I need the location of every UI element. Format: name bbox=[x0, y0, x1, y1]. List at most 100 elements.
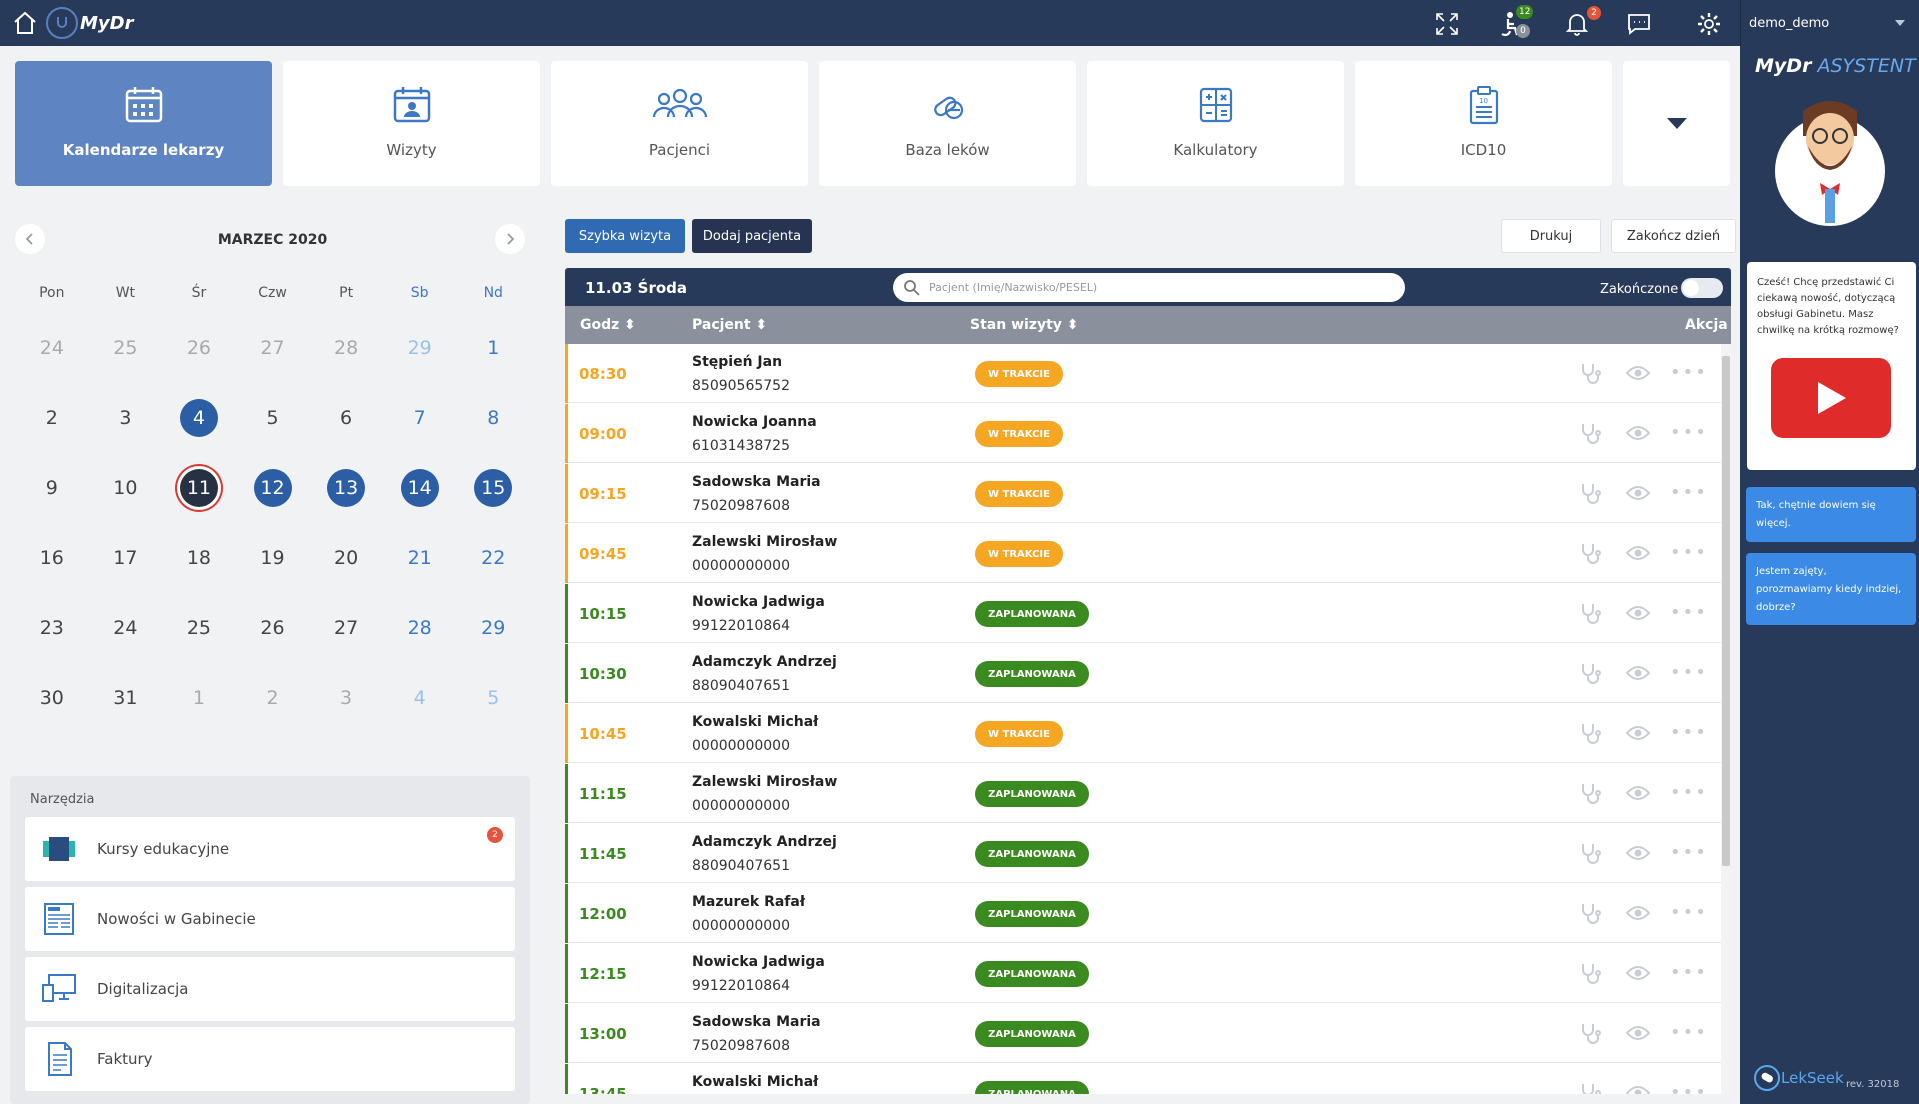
youtube-play-button[interactable] bbox=[1771, 358, 1891, 438]
visit-row[interactable]: 10:30 Adamczyk Andrzej 88090407651 ZAPLANOW… bbox=[565, 644, 1721, 703]
preview-button[interactable] bbox=[1625, 1024, 1651, 1046]
visit-row[interactable]: 12:00 Mazurek Rafał 00000000000 ZAPLANOWANA… bbox=[565, 884, 1721, 943]
calendar-day[interactable]: 30 bbox=[15, 678, 89, 718]
more-actions-button[interactable]: ••• bbox=[1670, 1082, 1708, 1094]
preview-button[interactable] bbox=[1625, 484, 1651, 506]
preview-button[interactable] bbox=[1625, 604, 1651, 626]
calendar-day[interactable]: 26 bbox=[236, 608, 310, 648]
column-status[interactable]: Stan wizyty ⬍ bbox=[970, 317, 1079, 333]
patient-name[interactable]: Sadowska Maria bbox=[692, 1014, 821, 1030]
tile-calculators[interactable]: Kalkulatory bbox=[1087, 61, 1344, 186]
calendar-day[interactable]: 22 bbox=[456, 538, 530, 578]
start-visit-button[interactable] bbox=[1579, 782, 1601, 810]
tile-drug-database[interactable]: Baza leków bbox=[819, 61, 1076, 186]
visit-row[interactable]: 13:00 Sadowska Maria 75020987608 ZAPLANOWAN… bbox=[565, 1004, 1721, 1063]
calendar-day[interactable]: 9 bbox=[15, 468, 89, 508]
visit-row[interactable]: 12:15 Nowicka Jadwiga 99122010864 ZAPLANOWA… bbox=[565, 944, 1721, 1003]
start-visit-button[interactable] bbox=[1579, 902, 1601, 930]
start-visit-button[interactable] bbox=[1579, 962, 1601, 990]
more-actions-button[interactable]: ••• bbox=[1670, 542, 1708, 563]
tool-invoices[interactable]: Faktury bbox=[25, 1027, 515, 1091]
calendar-day[interactable]: 4 bbox=[383, 678, 457, 718]
more-actions-button[interactable]: ••• bbox=[1670, 422, 1708, 443]
start-visit-button[interactable] bbox=[1579, 602, 1601, 630]
calendar-day[interactable]: 26 bbox=[162, 328, 236, 368]
chat-icon[interactable] bbox=[1625, 10, 1653, 38]
tile-icd10[interactable]: 10 ICD10 bbox=[1355, 61, 1612, 186]
start-visit-button[interactable] bbox=[1579, 362, 1601, 390]
tiles-more-button[interactable] bbox=[1623, 61, 1730, 186]
preview-button[interactable] bbox=[1625, 364, 1651, 386]
more-actions-button[interactable]: ••• bbox=[1670, 362, 1708, 383]
start-visit-button[interactable] bbox=[1579, 842, 1601, 870]
start-visit-button[interactable] bbox=[1579, 482, 1601, 510]
start-visit-button[interactable] bbox=[1579, 662, 1601, 690]
preview-button[interactable] bbox=[1625, 844, 1651, 866]
calendar-day[interactable]: 12 bbox=[236, 468, 310, 508]
patient-name[interactable]: Sadowska Maria bbox=[692, 474, 821, 490]
more-actions-button[interactable]: ••• bbox=[1670, 722, 1708, 743]
preview-button[interactable] bbox=[1625, 784, 1651, 806]
more-actions-button[interactable]: ••• bbox=[1670, 482, 1708, 503]
start-visit-button[interactable] bbox=[1579, 722, 1601, 750]
start-visit-button[interactable] bbox=[1579, 1082, 1601, 1094]
preview-button[interactable] bbox=[1625, 664, 1651, 686]
calendar-day[interactable]: 2 bbox=[15, 398, 89, 438]
calendar-day[interactable]: 8 bbox=[456, 398, 530, 438]
patient-name[interactable]: Kowalski Michał bbox=[692, 1074, 818, 1090]
end-day-button[interactable]: Zakończ dzień bbox=[1611, 219, 1736, 253]
visit-row[interactable]: 10:45 Kowalski Michał 00000000000 W TRAKCIE… bbox=[565, 704, 1721, 763]
patient-name[interactable]: Stępień Jan bbox=[692, 354, 782, 370]
calendar-day[interactable]: 31 bbox=[89, 678, 163, 718]
preview-button[interactable] bbox=[1625, 964, 1651, 986]
patient-name[interactable]: Nowicka Jadwiga bbox=[692, 954, 825, 970]
preview-button[interactable] bbox=[1625, 904, 1651, 926]
calendar-day[interactable]: 3 bbox=[309, 678, 383, 718]
calendar-day[interactable]: 28 bbox=[309, 328, 383, 368]
reply-no-button[interactable]: Jestem zajęty, porozmawiamy kiedy indzie… bbox=[1746, 553, 1916, 625]
calendar-day[interactable]: 5 bbox=[456, 678, 530, 718]
calendar-day[interactable]: 1 bbox=[162, 678, 236, 718]
calendar-day[interactable]: 6 bbox=[309, 398, 383, 438]
calendar-day[interactable]: 1 bbox=[456, 328, 530, 368]
calendar-day[interactable]: 29 bbox=[383, 328, 457, 368]
tile-visits[interactable]: Wizyty bbox=[283, 61, 540, 186]
visit-row[interactable]: 10:15 Nowicka Jadwiga 99122010864 ZAPLANOWA… bbox=[565, 584, 1721, 643]
calendar-day[interactable]: 27 bbox=[236, 328, 310, 368]
more-actions-button[interactable]: ••• bbox=[1670, 962, 1708, 983]
calendar-day[interactable]: 29 bbox=[456, 608, 530, 648]
tool-digitalization[interactable]: Digitalizacja bbox=[25, 957, 515, 1021]
calendar-day[interactable]: 24 bbox=[89, 608, 163, 648]
calendar-day[interactable]: 20 bbox=[309, 538, 383, 578]
calendar-day[interactable]: 24 bbox=[15, 328, 89, 368]
calendar-day[interactable]: 15 bbox=[456, 468, 530, 508]
app-logo[interactable]: MyDr bbox=[46, 7, 133, 39]
more-actions-button[interactable]: ••• bbox=[1670, 842, 1708, 863]
calendar-day[interactable]: 21 bbox=[383, 538, 457, 578]
calendar-day[interactable]: 4 bbox=[162, 398, 236, 438]
tile-doctor-calendars[interactable]: Kalendarze lekarzy bbox=[15, 61, 272, 186]
patient-name[interactable]: Zalewski Mirosław bbox=[692, 774, 837, 790]
visit-row[interactable]: 08:30 Stępień Jan 85090565752 W TRAKCIE ••• bbox=[565, 344, 1721, 403]
start-visit-button[interactable] bbox=[1579, 422, 1601, 450]
user-menu[interactable]: demo_demo bbox=[1740, 0, 1919, 46]
calendar-day[interactable]: 25 bbox=[89, 328, 163, 368]
preview-button[interactable] bbox=[1625, 544, 1651, 566]
column-time[interactable]: Godz ⬍ bbox=[580, 317, 636, 333]
reply-yes-button[interactable]: Tak, chętnie dowiem się więcej. bbox=[1746, 487, 1916, 542]
tool-news[interactable]: Nowości w Gabinecie bbox=[25, 887, 515, 951]
patient-name[interactable]: Nowicka Joanna bbox=[692, 414, 817, 430]
more-actions-button[interactable]: ••• bbox=[1670, 782, 1708, 803]
calendar-day[interactable]: 5 bbox=[236, 398, 310, 438]
calendar-day[interactable]: 27 bbox=[309, 608, 383, 648]
patient-name[interactable]: Zalewski Mirosław bbox=[692, 534, 837, 550]
preview-button[interactable] bbox=[1625, 424, 1651, 446]
calendar-next-button[interactable] bbox=[495, 224, 525, 254]
calendar-day[interactable]: 14 bbox=[383, 468, 457, 508]
start-visit-button[interactable] bbox=[1579, 542, 1601, 570]
patient-name[interactable]: Nowicka Jadwiga bbox=[692, 594, 825, 610]
add-patient-button[interactable]: Dodaj pacjenta bbox=[692, 219, 812, 253]
home-icon[interactable] bbox=[12, 10, 38, 36]
fullscreen-icon[interactable] bbox=[1433, 10, 1461, 38]
visit-row[interactable]: 11:15 Zalewski Mirosław 00000000000 ZAPLANO… bbox=[565, 764, 1721, 823]
